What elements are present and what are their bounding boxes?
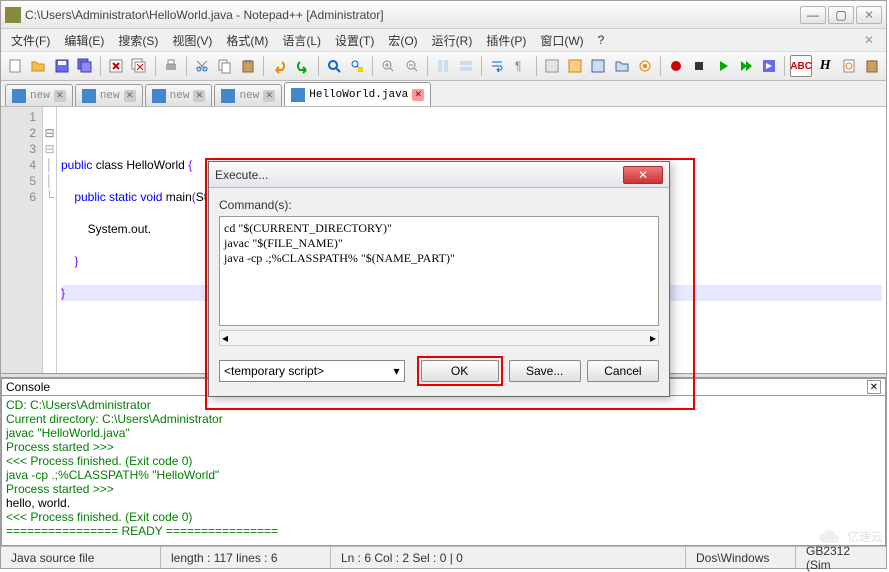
- tab-close-icon[interactable]: ✕: [412, 89, 424, 101]
- status-encoding: GB2312 (Sim: [796, 547, 886, 568]
- menu-help[interactable]: ?: [592, 31, 611, 49]
- app-icon: [5, 7, 21, 23]
- script-select[interactable]: <temporary script>▾: [219, 360, 405, 382]
- find-icon[interactable]: [324, 55, 344, 77]
- tab-bar: new✕ new✕ new✕ new✕ HelloWorld.java✕: [1, 81, 886, 107]
- console-close-icon[interactable]: ✕: [867, 380, 881, 394]
- titlebar: C:\Users\Administrator\HelloWorld.java -…: [1, 1, 886, 29]
- stop-macro-icon[interactable]: [689, 55, 709, 77]
- dialog-close-button[interactable]: ✕: [623, 166, 663, 184]
- status-length: length : 117 lines : 6: [161, 547, 331, 568]
- commands-textarea[interactable]: [219, 216, 659, 326]
- wrap-icon[interactable]: [487, 55, 507, 77]
- status-bar: Java source file length : 117 lines : 6 …: [1, 546, 886, 568]
- copy-icon[interactable]: [215, 55, 235, 77]
- file-icon: [291, 88, 305, 102]
- menu-language[interactable]: 语言(L): [276, 30, 327, 51]
- menu-settings[interactable]: 设置(T): [329, 30, 380, 51]
- fold-column[interactable]: ⊟⊟││└: [43, 107, 57, 373]
- doc-map-icon[interactable]: [565, 55, 585, 77]
- tab-new-2[interactable]: new✕: [75, 84, 143, 106]
- ok-button[interactable]: OK: [421, 360, 499, 382]
- close-file-icon[interactable]: [106, 55, 126, 77]
- folder-panel-icon[interactable]: [611, 55, 631, 77]
- tab-new-4[interactable]: new✕: [214, 84, 282, 106]
- file-icon: [12, 89, 26, 103]
- sync-v-icon[interactable]: [433, 55, 453, 77]
- zoom-in-icon[interactable]: [378, 55, 398, 77]
- tab-close-icon[interactable]: ✕: [124, 90, 136, 102]
- line-number-gutter: 123456: [1, 107, 43, 373]
- menu-plugins[interactable]: 插件(P): [480, 30, 532, 51]
- execute-dialog: Execute... ✕ Command(s): ◂▸ <temporary s…: [208, 161, 670, 397]
- menu-search[interactable]: 搜索(S): [112, 30, 164, 51]
- menu-format[interactable]: 格式(M): [220, 30, 274, 51]
- dialog-titlebar[interactable]: Execute... ✕: [209, 162, 669, 188]
- toolbar: ¶ ABC H: [1, 51, 886, 81]
- print-icon[interactable]: [160, 55, 180, 77]
- svg-text:¶: ¶: [515, 59, 521, 73]
- menu-close-icon[interactable]: ✕: [864, 33, 882, 47]
- new-file-icon[interactable]: [5, 55, 25, 77]
- tab-helloworld[interactable]: HelloWorld.java✕: [284, 82, 431, 106]
- cancel-button[interactable]: Cancel: [587, 360, 659, 382]
- scroll-past-icon[interactable]: [838, 55, 858, 77]
- redo-icon[interactable]: [293, 55, 313, 77]
- file-icon: [221, 89, 235, 103]
- console-output[interactable]: CD: C:\Users\Administrator Current direc…: [1, 396, 886, 546]
- menu-bar: 文件(F) 编辑(E) 搜索(S) 视图(V) 格式(M) 语言(L) 设置(T…: [1, 29, 886, 51]
- menu-run[interactable]: 运行(R): [426, 30, 479, 51]
- spellcheck-icon[interactable]: ABC: [790, 55, 812, 77]
- textarea-scrollbar[interactable]: ◂▸: [219, 330, 659, 346]
- save-all-icon[interactable]: [75, 55, 95, 77]
- play-macro-icon[interactable]: [712, 55, 732, 77]
- menu-edit[interactable]: 编辑(E): [58, 30, 110, 51]
- play-multi-icon[interactable]: [736, 55, 756, 77]
- close-all-icon[interactable]: [129, 55, 149, 77]
- tab-close-icon[interactable]: ✕: [54, 90, 66, 102]
- window-title: C:\Users\Administrator\HelloWorld.java -…: [25, 8, 800, 22]
- file-icon: [152, 89, 166, 103]
- close-button[interactable]: ✕: [856, 6, 882, 24]
- hidden-chars-icon[interactable]: ¶: [510, 55, 530, 77]
- save-macro-icon[interactable]: [759, 55, 779, 77]
- menu-macro[interactable]: 宏(O): [382, 30, 423, 51]
- tab-close-icon[interactable]: ✕: [263, 90, 275, 102]
- replace-icon[interactable]: [347, 55, 367, 77]
- sync-h-icon[interactable]: [456, 55, 476, 77]
- menu-file[interactable]: 文件(F): [5, 30, 56, 51]
- menu-window[interactable]: 窗口(W): [534, 30, 589, 51]
- indent-guide-icon[interactable]: [542, 55, 562, 77]
- monitor-icon[interactable]: [635, 55, 655, 77]
- chevron-down-icon: ▾: [394, 364, 400, 378]
- tab-new-1[interactable]: new✕: [5, 84, 73, 106]
- open-folder-icon[interactable]: [28, 55, 48, 77]
- file-icon: [82, 89, 96, 103]
- commands-label: Command(s):: [219, 198, 659, 212]
- bold-h-icon[interactable]: H: [815, 55, 835, 77]
- clipboard-history-icon[interactable]: [862, 55, 882, 77]
- cut-icon[interactable]: [192, 55, 212, 77]
- save-button[interactable]: Save...: [509, 360, 581, 382]
- zoom-out-icon[interactable]: [402, 55, 422, 77]
- maximize-button[interactable]: ▢: [828, 6, 854, 24]
- undo-icon[interactable]: [269, 55, 289, 77]
- tab-new-3[interactable]: new✕: [145, 84, 213, 106]
- status-position: Ln : 6 Col : 2 Sel : 0 | 0: [331, 547, 686, 568]
- ok-annotation: OK: [417, 356, 503, 386]
- save-icon[interactable]: [52, 55, 72, 77]
- paste-icon[interactable]: [238, 55, 258, 77]
- menu-view[interactable]: 视图(V): [166, 30, 218, 51]
- func-list-icon[interactable]: [588, 55, 608, 77]
- status-filetype: Java source file: [1, 547, 161, 568]
- status-eol: Dos\Windows: [686, 547, 796, 568]
- tab-close-icon[interactable]: ✕: [193, 90, 205, 102]
- record-macro-icon[interactable]: [666, 55, 686, 77]
- minimize-button[interactable]: —: [800, 6, 826, 24]
